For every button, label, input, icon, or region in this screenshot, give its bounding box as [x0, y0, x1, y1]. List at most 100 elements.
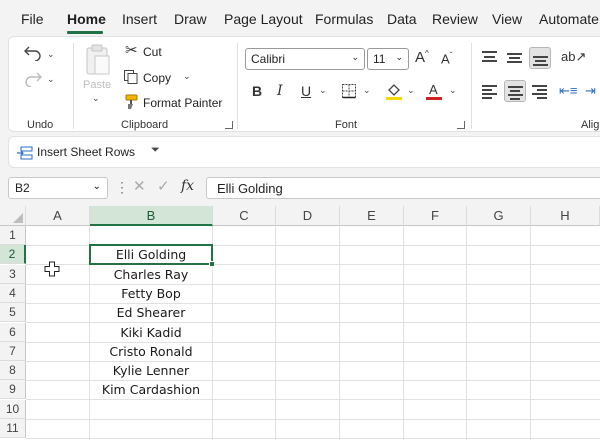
gridline: [339, 226, 340, 440]
tab-review[interactable]: Review: [432, 11, 478, 27]
cell-b1[interactable]: [90, 226, 212, 245]
row-header-2[interactable]: 2: [0, 245, 26, 264]
cut-button[interactable]: Cut: [143, 45, 162, 59]
more-options-icon[interactable]: ⋮: [115, 180, 129, 194]
redo-icon[interactable]: [23, 69, 43, 87]
column-header-h[interactable]: H: [531, 206, 600, 226]
row-header-4[interactable]: 4: [0, 284, 26, 303]
confirm-entry-icon: ✓: [157, 178, 170, 195]
font-name-value: Calibri: [251, 52, 286, 66]
column-header-d[interactable]: D: [276, 206, 340, 226]
tab-data[interactable]: Data: [387, 11, 417, 27]
cell-b11[interactable]: [90, 419, 212, 438]
row-header-9[interactable]: 9: [0, 380, 26, 399]
cancel-entry-icon: ✕: [133, 178, 146, 195]
paste-icon: [86, 44, 110, 75]
align-center-button[interactable]: [504, 80, 526, 102]
font-color-dropdown-icon[interactable]: ⌄: [449, 85, 457, 96]
font-name-box[interactable]: Calibri ⌄: [245, 48, 365, 70]
tab-draw[interactable]: Draw: [174, 11, 207, 27]
format-painter-icon: [125, 94, 138, 109]
tab-automate[interactable]: Automate: [539, 11, 599, 27]
separator: [73, 43, 74, 129]
bold-button[interactable]: B: [252, 84, 262, 98]
paste-button: Paste: [83, 79, 112, 91]
tab-file[interactable]: File: [21, 11, 44, 27]
borders-dropdown-icon[interactable]: ⌄: [363, 85, 371, 96]
middle-align-button[interactable]: [504, 47, 526, 69]
cell-b10[interactable]: [90, 400, 212, 419]
row-header-7[interactable]: 7: [0, 342, 26, 361]
cell-b6[interactable]: Kiki Kadid: [90, 323, 212, 342]
insert-function-icon[interactable]: fx: [181, 179, 194, 193]
font-dialog-launcher[interactable]: [457, 121, 465, 129]
gridline: [26, 438, 600, 439]
column-header-c[interactable]: C: [213, 206, 276, 226]
gridline: [275, 226, 276, 440]
format-painter-button[interactable]: Format Painter: [143, 96, 222, 110]
decrease-font-size-icon[interactable]: Aˇ: [441, 52, 452, 66]
row-header-6[interactable]: 6: [0, 323, 26, 342]
tab-insert[interactable]: Insert: [122, 11, 157, 27]
cell-b3[interactable]: Charles Ray: [90, 265, 212, 284]
row-header-5[interactable]: 5: [0, 303, 26, 322]
row-header-10[interactable]: 10: [0, 400, 26, 419]
cell-b4[interactable]: Fetty Bop: [90, 284, 212, 303]
fill-color-icon[interactable]: [385, 81, 403, 101]
customize-toolbar-icon[interactable]: ⏷: [151, 144, 160, 157]
svg-text:A: A: [429, 82, 438, 97]
row-header-8[interactable]: 8: [0, 361, 26, 380]
cell-b9[interactable]: Kim Cardashion: [90, 380, 212, 399]
italic-button[interactable]: I: [277, 84, 283, 98]
underline-button[interactable]: U: [301, 84, 311, 98]
column-header-a[interactable]: A: [26, 206, 90, 226]
cell-b7[interactable]: Cristo Ronald: [90, 342, 212, 361]
font-color-icon[interactable]: A: [425, 81, 443, 101]
top-align-button[interactable]: [479, 47, 501, 69]
cell-b5[interactable]: Ed Shearer: [90, 303, 212, 322]
increase-indent-icon[interactable]: ⇥: [585, 84, 596, 97]
undo-dropdown-icon[interactable]: ⌄: [47, 49, 55, 60]
column-header-b[interactable]: B: [90, 206, 213, 226]
clipboard-dialog-launcher[interactable]: [225, 121, 233, 129]
insert-sheet-rows-button[interactable]: Insert Sheet Rows: [37, 145, 135, 159]
paste-dropdown-icon: ⌄: [92, 93, 100, 103]
select-all-corner[interactable]: [0, 206, 26, 226]
chevron-down-icon: ⌄: [351, 52, 359, 62]
row-header-1[interactable]: 1: [0, 226, 26, 245]
bottom-align-button[interactable]: [529, 47, 551, 69]
increase-font-size-icon[interactable]: A^: [415, 50, 429, 66]
undo-icon[interactable]: [23, 43, 43, 61]
cell-b8[interactable]: Kylie Lenner: [90, 361, 212, 380]
fill-handle[interactable]: [209, 261, 215, 267]
tab-view[interactable]: View: [492, 11, 522, 27]
gridline: [530, 226, 531, 440]
ribbon: ⌄ ⌄ Undo Paste ⌄ ✂ Cut Copy ⌄ Format Pai…: [8, 36, 600, 132]
chevron-down-icon: ⌄: [395, 52, 403, 62]
decrease-indent-icon[interactable]: ⇤≡: [559, 84, 577, 97]
separator: [471, 43, 472, 129]
align-right-button[interactable]: [529, 80, 551, 102]
spreadsheet-grid: A B C D E F G H 1 2 Elli Golding 3 Charles R…: [0, 206, 600, 440]
tab-home[interactable]: Home: [67, 11, 106, 27]
font-size-box[interactable]: 11 ⌄: [367, 48, 409, 70]
quick-access-toolbar: Insert Sheet Rows ⏷: [8, 136, 600, 168]
orientation-icon[interactable]: ab↗: [561, 50, 586, 63]
copy-dropdown-icon[interactable]: ⌄: [183, 71, 191, 82]
column-header-g[interactable]: G: [467, 206, 531, 226]
plus-cursor-icon: [44, 261, 60, 277]
align-left-button[interactable]: [479, 80, 501, 102]
formula-input[interactable]: Elli Golding: [206, 177, 600, 199]
fill-color-dropdown-icon[interactable]: ⌄: [407, 85, 415, 96]
tab-page-layout[interactable]: Page Layout: [224, 11, 303, 27]
copy-button[interactable]: Copy: [143, 71, 171, 85]
name-box[interactable]: B2 ⌄: [8, 177, 108, 199]
row-header-3[interactable]: 3: [0, 265, 26, 284]
tab-formulas[interactable]: Formulas: [315, 11, 373, 27]
column-header-e[interactable]: E: [340, 206, 404, 226]
column-header-f[interactable]: F: [404, 206, 467, 226]
alignment-group-label: Alig: [581, 119, 600, 131]
row-header-11[interactable]: 11: [0, 419, 26, 438]
underline-dropdown-icon[interactable]: ⌄: [319, 85, 327, 96]
borders-icon[interactable]: [341, 83, 357, 99]
